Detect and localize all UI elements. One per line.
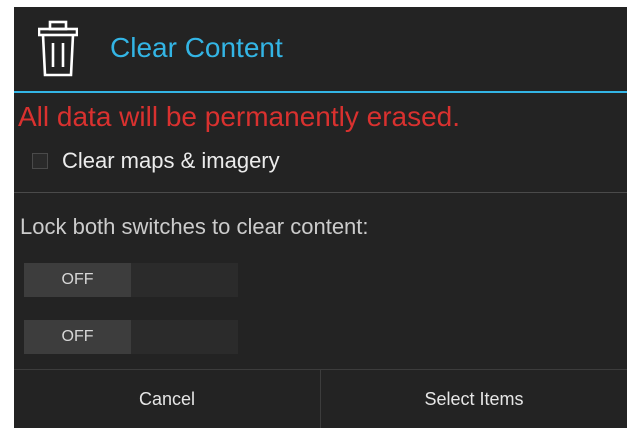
cancel-button[interactable]: Cancel [14, 370, 320, 428]
instruction-text: Lock both switches to clear content: [20, 214, 369, 239]
clear-maps-checkbox[interactable] [32, 153, 48, 169]
dialog-title-bar: Clear Content [14, 7, 627, 92]
dialog-title: Clear Content [110, 32, 283, 63]
lock-switch-2[interactable]: OFF [24, 320, 238, 354]
trash-icon [37, 17, 79, 81]
switch-1-thumb[interactable]: OFF [24, 263, 131, 297]
dialog-button-bar: Cancel Select Items [14, 369, 627, 428]
warning-message: All data will be permanently erased. [18, 101, 461, 132]
clear-content-dialog: Clear Content All data will be permanent… [14, 7, 627, 428]
select-items-button[interactable]: Select Items [321, 370, 627, 428]
title-divider [14, 91, 627, 93]
lock-switch-1[interactable]: OFF [24, 263, 238, 297]
switch-2-thumb[interactable]: OFF [24, 320, 131, 354]
clear-maps-checkbox-row[interactable]: Clear maps & imagery [32, 146, 280, 176]
clear-maps-checkbox-label: Clear maps & imagery [62, 148, 280, 173]
section-divider [14, 192, 627, 193]
